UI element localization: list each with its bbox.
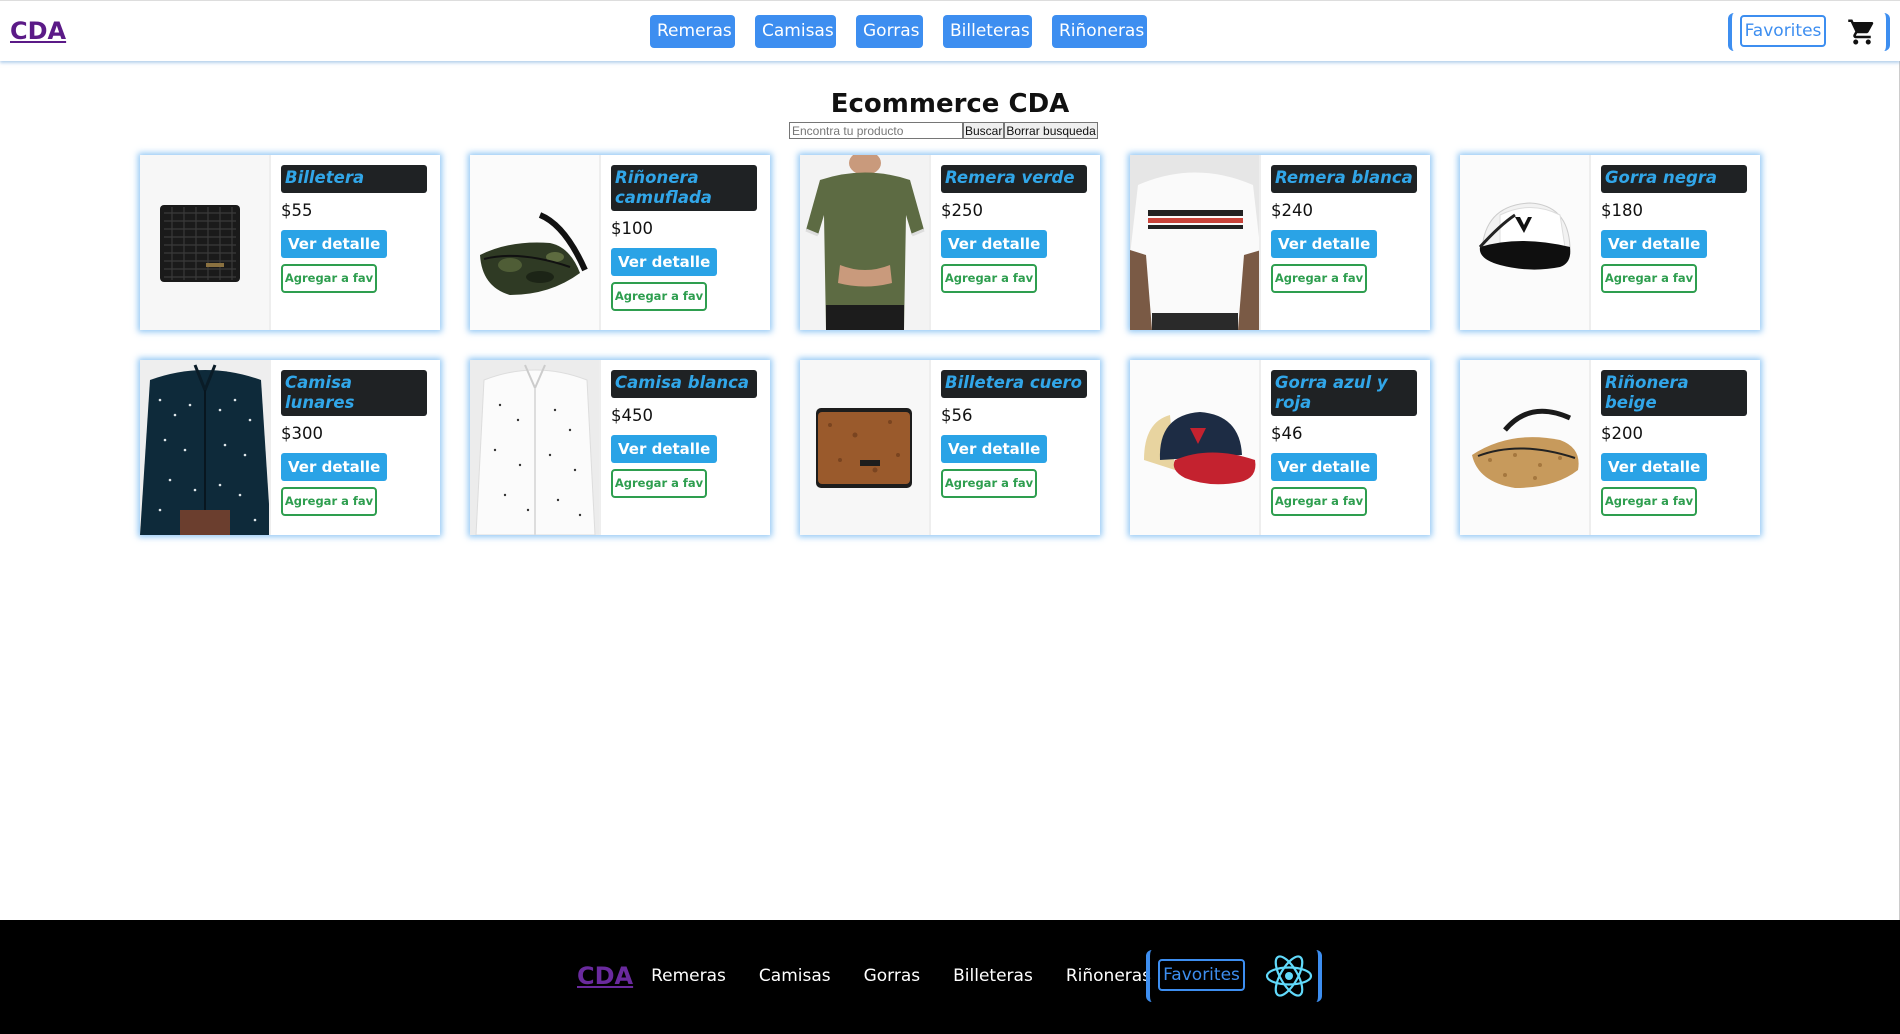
add-to-fav-button[interactable]: Agregar a fav: [1601, 487, 1697, 516]
product-title: Riñonera beige: [1601, 370, 1747, 416]
product-card: Riñonera camuflada $100 Ver detalle Agre…: [470, 155, 770, 330]
black-wallet-image: [140, 155, 271, 330]
product-card: Remera verde $250 Ver detalle Agregar a …: [800, 155, 1100, 330]
nav-camisas-button[interactable]: Camisas: [755, 15, 836, 48]
product-price: $100: [611, 219, 653, 238]
product-grid: Billetera $55 Ver detalle Agregar a fav: [140, 155, 1760, 535]
footer-remeras-link[interactable]: Remeras: [651, 966, 726, 986]
search-input[interactable]: [789, 122, 963, 139]
dotted-navy-shirt-image: [140, 360, 271, 535]
blue-red-cap-image: [1130, 360, 1261, 535]
add-to-fav-button[interactable]: Agregar a fav: [281, 264, 377, 293]
footer-logo-link[interactable]: CDA: [577, 962, 633, 990]
add-to-fav-button[interactable]: Agregar a fav: [941, 469, 1037, 498]
add-to-fav-button[interactable]: Agregar a fav: [941, 264, 1037, 293]
product-price: $46: [1271, 424, 1303, 443]
top-navbar: CDA Remeras Camisas Gorras Billeteras Ri…: [0, 0, 1900, 61]
footer: CDA Remeras Camisas Gorras Billeteras Ri…: [0, 920, 1900, 1034]
product-card: Billetera cuero $56 Ver detalle Agregar …: [800, 360, 1100, 535]
product-title: Remera verde: [941, 165, 1087, 193]
nav-billeteras-button[interactable]: Billeteras: [943, 15, 1032, 48]
category-nav: Remeras Camisas Gorras Billeteras Riñone…: [650, 15, 1147, 48]
add-to-fav-button[interactable]: Agregar a fav: [1271, 264, 1367, 293]
view-detail-button[interactable]: Ver detalle: [281, 230, 388, 258]
green-tshirt-image: [800, 155, 931, 330]
product-price: $300: [281, 424, 323, 443]
view-detail-button[interactable]: Ver detalle: [941, 230, 1048, 258]
product-title: Camisa blanca: [611, 370, 757, 398]
footer-rinoneras-link[interactable]: Riñoneras: [1066, 966, 1151, 986]
view-detail-button[interactable]: Ver detalle: [281, 453, 388, 481]
view-detail-button[interactable]: Ver detalle: [1271, 453, 1378, 481]
clear-search-button[interactable]: Borrar busqueda: [1004, 122, 1098, 139]
black-cap-image: [1460, 155, 1591, 330]
product-card: Billetera $55 Ver detalle Agregar a fav: [140, 155, 440, 330]
cork-wallet-image: [800, 360, 931, 535]
white-shirt-image: [470, 360, 601, 535]
product-card: Gorra negra $180 Ver detalle Agregar a f…: [1460, 155, 1760, 330]
view-detail-button[interactable]: Ver detalle: [941, 435, 1048, 463]
product-title: Gorra negra: [1601, 165, 1747, 193]
product-title: Gorra azul y roja: [1271, 370, 1417, 416]
add-to-fav-button[interactable]: Agregar a fav: [281, 487, 377, 516]
product-card: Gorra azul y roja $46 Ver detalle Agrega…: [1130, 360, 1430, 535]
beige-belt-bag-image: [1460, 360, 1591, 535]
product-price: $450: [611, 406, 653, 425]
view-detail-button[interactable]: Ver detalle: [1271, 230, 1378, 258]
page: CDA Remeras Camisas Gorras Billeteras Ri…: [0, 0, 1900, 1034]
product-title: Remera blanca: [1271, 165, 1417, 193]
view-detail-button[interactable]: Ver detalle: [611, 435, 718, 463]
react-icon: [1265, 955, 1313, 997]
footer-nav: CDA Remeras Camisas Gorras Billeteras Ri…: [577, 962, 1184, 990]
product-price: $250: [941, 201, 983, 220]
product-card: Riñonera beige $200 Ver detalle Agregar …: [1460, 360, 1760, 535]
product-price: $180: [1601, 201, 1643, 220]
nav-rinoneras-button[interactable]: Riñoneras: [1052, 15, 1147, 48]
view-detail-button[interactable]: Ver detalle: [1601, 453, 1708, 481]
product-card: Camisa blanca $450 Ver detalle Agregar a…: [470, 360, 770, 535]
footer-gorras-link[interactable]: Gorras: [864, 966, 921, 986]
product-price: $200: [1601, 424, 1643, 443]
footer-camisas-link[interactable]: Camisas: [759, 966, 831, 986]
camo-belt-bag-image: [470, 155, 601, 330]
search-bar: Buscar Borrar busqueda: [789, 122, 1098, 139]
product-title: Riñonera camuflada: [611, 165, 757, 211]
view-detail-button[interactable]: Ver detalle: [1601, 230, 1708, 258]
logo-link[interactable]: CDA: [10, 17, 66, 45]
nav-gorras-button[interactable]: Gorras: [856, 15, 923, 48]
product-title: Camisa lunares: [281, 370, 427, 416]
add-to-fav-button[interactable]: Agregar a fav: [611, 282, 707, 311]
product-card: Remera blanca $240 Ver detalle Agregar a…: [1130, 155, 1430, 330]
white-tshirt-image: [1130, 155, 1261, 330]
footer-actions: Favorites: [1146, 950, 1322, 1002]
product-price: $56: [941, 406, 973, 425]
product-card: Camisa lunares $300 Ver detalle Agregar …: [140, 360, 440, 535]
add-to-fav-button[interactable]: Agregar a fav: [1271, 487, 1367, 516]
product-price: $240: [1271, 201, 1313, 220]
page-title: Ecommerce CDA: [830, 89, 1070, 119]
footer-billeteras-link[interactable]: Billeteras: [953, 966, 1033, 986]
view-detail-button[interactable]: Ver detalle: [611, 248, 718, 276]
nav-remeras-button[interactable]: Remeras: [650, 15, 735, 48]
product-price: $55: [281, 201, 313, 220]
product-title: Billetera: [281, 165, 427, 193]
search-button[interactable]: Buscar: [963, 122, 1005, 139]
cart-icon[interactable]: [1846, 17, 1878, 47]
favorites-button[interactable]: Favorites: [1740, 15, 1826, 47]
add-to-fav-button[interactable]: Agregar a fav: [611, 469, 707, 498]
product-title: Billetera cuero: [941, 370, 1087, 398]
header-actions: Favorites: [1728, 13, 1890, 51]
add-to-fav-button[interactable]: Agregar a fav: [1601, 264, 1697, 293]
footer-favorites-button[interactable]: Favorites: [1158, 959, 1245, 991]
